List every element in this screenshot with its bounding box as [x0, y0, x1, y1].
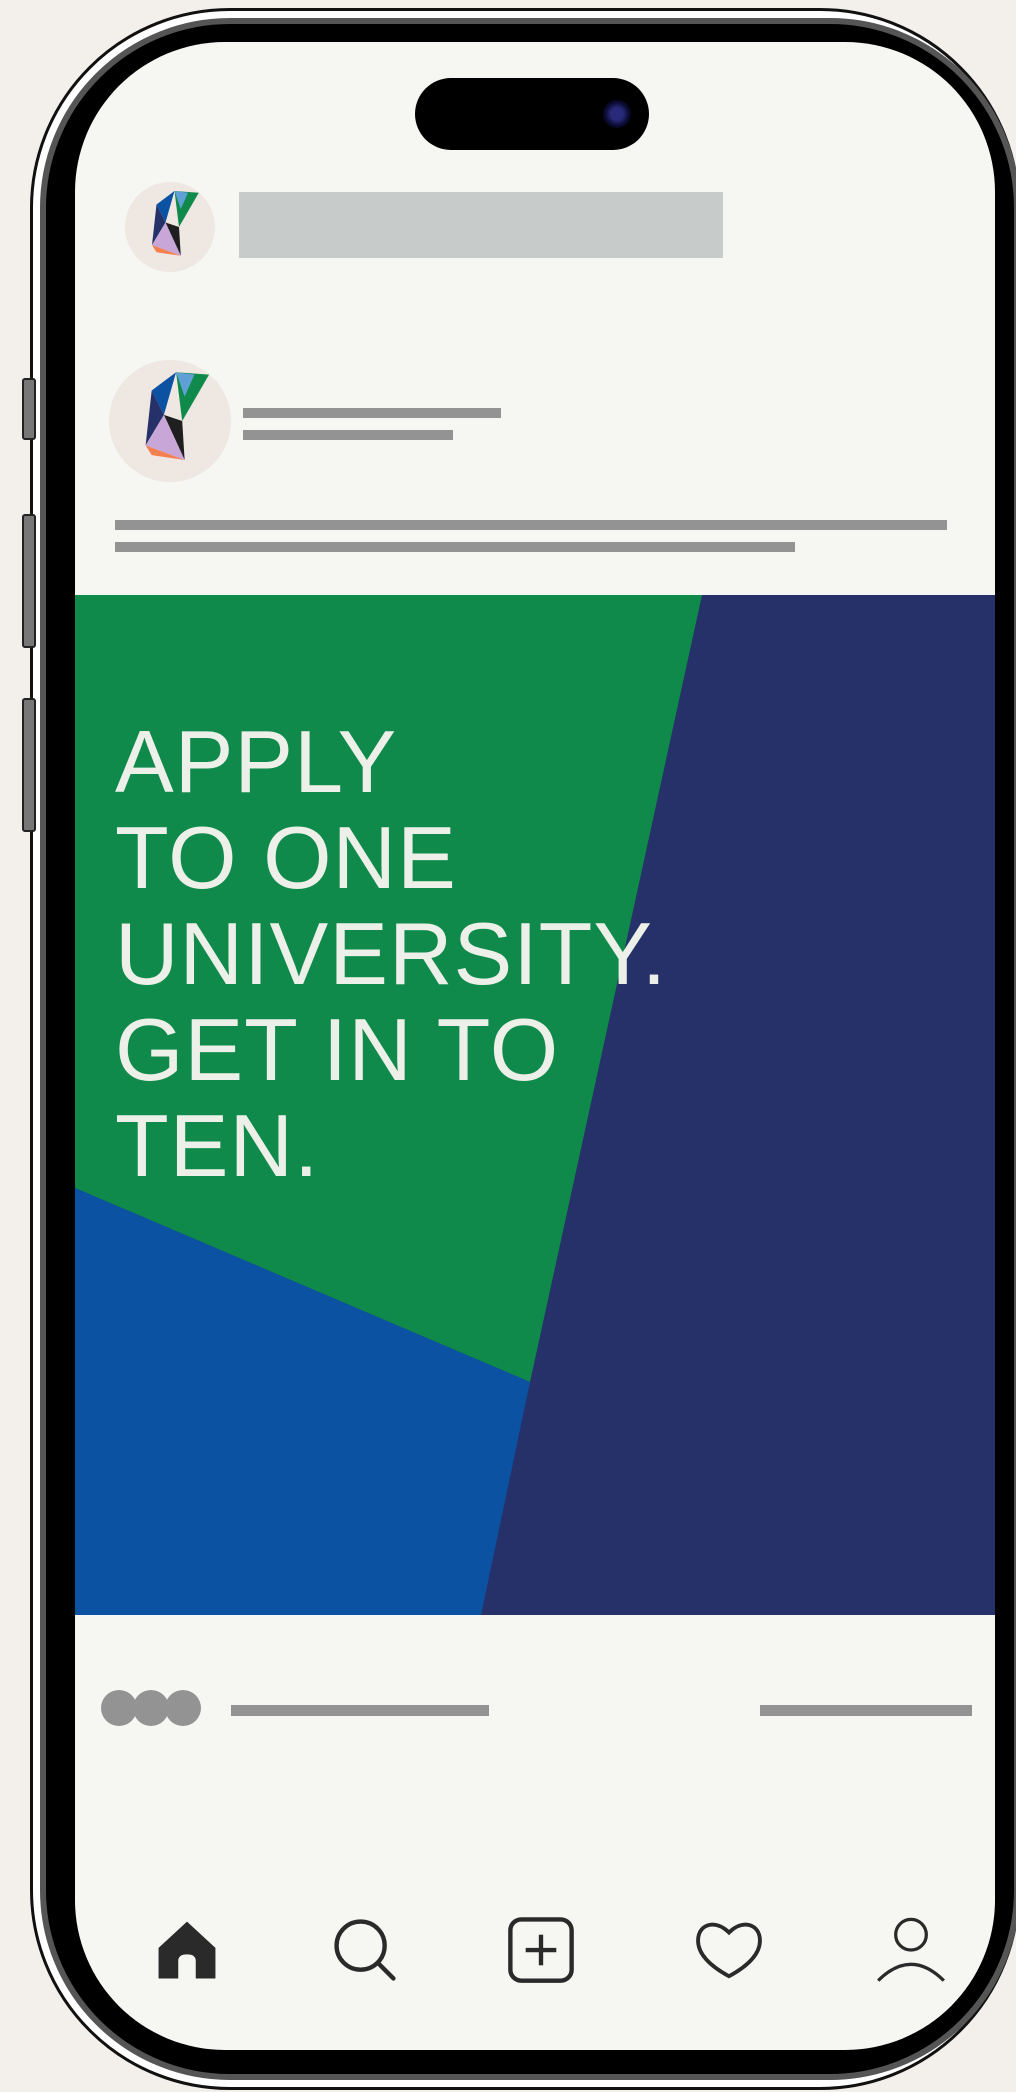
likes-placeholder: [231, 1705, 489, 1716]
volume-down-button: [22, 698, 36, 832]
tab-activity[interactable]: [689, 1910, 769, 1990]
carousel-dot: [133, 1690, 169, 1726]
profile-icon: [877, 1917, 945, 1982]
carousel-dot: [165, 1690, 201, 1726]
tab-profile[interactable]: [871, 1910, 951, 1990]
tab-create[interactable]: [501, 1910, 581, 1990]
silent-switch: [22, 378, 36, 440]
home-icon: [158, 1921, 216, 1979]
caption-line-placeholder: [115, 520, 947, 530]
post-author-avatar[interactable]: [109, 360, 231, 482]
timestamp-placeholder: [760, 1705, 972, 1716]
brand-logo-icon: [145, 372, 210, 461]
search-icon: [334, 1919, 396, 1981]
post-headline: APPLY TO ONE UNIVERSITY. GET IN TO TEN.: [115, 712, 668, 1195]
carousel-dot: [101, 1690, 137, 1726]
caption-line-placeholder: [115, 542, 795, 552]
author-subtitle-placeholder: [243, 430, 453, 440]
author-name-placeholder: [243, 408, 501, 418]
story-name-placeholder: [239, 192, 723, 258]
story-avatar[interactable]: [125, 182, 215, 272]
carousel-dots[interactable]: [101, 1690, 201, 1726]
dynamic-island: [415, 78, 649, 150]
heart-icon: [696, 1922, 762, 1979]
camera-icon: [603, 100, 631, 128]
add-post-icon: [508, 1917, 574, 1983]
brand-logo-icon: [152, 191, 199, 256]
volume-up-button: [22, 514, 36, 648]
tab-home[interactable]: [147, 1910, 227, 1990]
tab-bar: [75, 1910, 995, 2000]
tab-search[interactable]: [325, 1910, 405, 1990]
phone-screen: APPLY TO ONE UNIVERSITY. GET IN TO TEN.: [75, 42, 995, 2050]
